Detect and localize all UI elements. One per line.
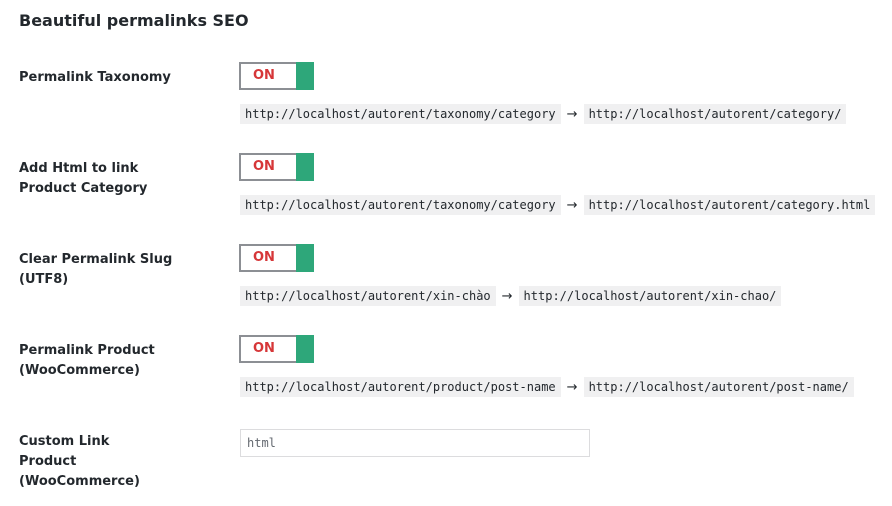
example-from-url: http://localhost/autorent/taxonomy/categ… — [240, 104, 561, 124]
right-arrow-icon: → — [501, 288, 513, 304]
add-html-product-category-example: http://localhost/autorent/taxonomy/categ… — [240, 194, 876, 216]
toggle-state-text: ON — [253, 159, 275, 174]
toggle-state-text: ON — [253, 250, 275, 265]
permalink-taxonomy-example: http://localhost/autorent/taxonomy/categ… — [240, 103, 847, 125]
right-arrow-icon: → — [566, 379, 578, 395]
example-to-url: http://localhost/autorent/category.html — [583, 195, 876, 215]
toggle-state-text: ON — [253, 341, 275, 356]
right-arrow-icon: → — [566, 197, 578, 213]
example-to-url: http://localhost/autorent/post-name/ — [583, 377, 854, 397]
add-html-product-category-label: Add Html to link Product Category — [19, 161, 148, 196]
custom-link-product-input[interactable] — [240, 429, 590, 457]
section-title: Beautiful permalinks SEO — [19, 11, 249, 30]
permalink-taxonomy-label: Permalink Taxonomy — [19, 70, 171, 85]
permalink-product-example: http://localhost/autorent/product/post-n… — [240, 376, 854, 398]
clear-permalink-slug-toggle[interactable]: ON — [239, 244, 314, 272]
clear-permalink-slug-example: http://localhost/autorent/xin-chào → htt… — [240, 285, 782, 307]
permalink-taxonomy-toggle[interactable]: ON — [239, 62, 314, 90]
toggle-knob — [296, 335, 314, 363]
right-arrow-icon: → — [566, 106, 578, 122]
example-from-url: http://localhost/autorent/product/post-n… — [240, 377, 561, 397]
permalinks-settings-page: Beautiful permalinks SEO Permalink Taxon… — [0, 0, 892, 506]
example-to-url: http://localhost/autorent/category/ — [583, 104, 847, 124]
permalink-product-label: Permalink Product (WooCommerce) — [19, 343, 155, 378]
toggle-knob — [296, 244, 314, 272]
permalink-product-toggle[interactable]: ON — [239, 335, 314, 363]
example-from-url: http://localhost/autorent/xin-chào — [240, 286, 496, 306]
toggle-knob — [296, 153, 314, 181]
custom-link-product-label: Custom Link Product (WooCommerce) — [19, 434, 140, 489]
add-html-product-category-toggle[interactable]: ON — [239, 153, 314, 181]
example-to-url: http://localhost/autorent/xin-chao/ — [518, 286, 782, 306]
example-from-url: http://localhost/autorent/taxonomy/categ… — [240, 195, 561, 215]
toggle-state-text: ON — [253, 68, 275, 83]
clear-permalink-slug-label: Clear Permalink Slug (UTF8) — [19, 252, 173, 287]
toggle-knob — [296, 62, 314, 90]
